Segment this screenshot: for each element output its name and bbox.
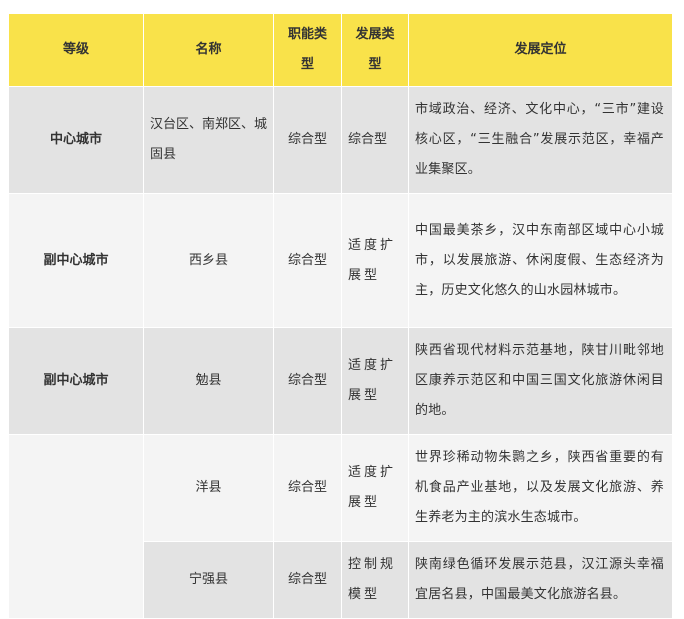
- cell-function-type: 综合型: [273, 86, 342, 194]
- cell-positioning: 市域政治、经济、文化中心，“三市”建设核心区，“三生融合”发展示范区，幸福产业集…: [408, 86, 673, 194]
- cell-grade: 副中心城市: [8, 193, 144, 328]
- table-row: 副中心城市 西乡县 综合型 适度扩展型 中国最美茶乡，汉中东南部区域中心小城市，…: [8, 193, 673, 328]
- table-row: 中心城市 汉台区、南郑区、城固县 综合型 综合型 市域政治、经济、文化中心，“三…: [8, 86, 673, 194]
- header-dev-type: 发展类型: [341, 13, 409, 87]
- table-header-row: 等级 名称 职能类型 发展类型 发展定位: [8, 13, 673, 87]
- cell-name: 宁强县: [143, 541, 274, 619]
- cell-function-type: 综合型: [273, 327, 342, 435]
- cell-positioning: 中国最美茶乡，汉中东南部区域中心小城市，以发展旅游、休闲度假、生态经济为主，历史…: [408, 193, 673, 328]
- header-function-type: 职能类型: [273, 13, 342, 87]
- cell-name: 西乡县: [143, 193, 274, 328]
- header-grade: 等级: [8, 13, 144, 87]
- cell-positioning: 陕西省现代材料示范基地，陕甘川毗邻地区康养示范区和中国三国文化旅游休闲目的地。: [408, 327, 673, 435]
- cell-grade: [8, 434, 144, 619]
- table-row: 洋县 综合型 适度扩展型 世界珍稀动物朱鹮之乡，陕西省重要的有机食品产业基地，以…: [8, 434, 673, 619]
- table-container: 等级 名称 职能类型 发展类型 发展定位 中心城市 汉台区、南郑区、城固县 综合…: [8, 13, 673, 619]
- cell-function-type: 综合型: [273, 541, 342, 619]
- header-name: 名称: [143, 13, 274, 87]
- table-row: 副中心城市 勉县 综合型 适度扩展型 陕西省现代材料示范基地，陕甘川毗邻地区康养…: [8, 327, 673, 435]
- cell-dev-type: 适度扩展型: [341, 434, 409, 542]
- cell-dev-type: 控制规模型: [341, 541, 409, 619]
- cell-function-type: 综合型: [273, 193, 342, 328]
- cell-dev-type: 综合型: [341, 86, 409, 194]
- cell-name: 汉台区、南郑区、城固县: [143, 86, 274, 194]
- cell-function-type: 综合型: [273, 434, 342, 542]
- cell-grade: 副中心城市: [8, 327, 144, 435]
- header-positioning: 发展定位: [408, 13, 673, 87]
- cell-dev-type: 适度扩展型: [341, 327, 409, 435]
- cell-name: 勉县: [143, 327, 274, 435]
- cell-name: 洋县: [143, 434, 274, 542]
- cell-dev-type: 适度扩展型: [341, 193, 409, 328]
- cell-grade: 中心城市: [8, 86, 144, 194]
- cell-positioning: 陕南绿色循环发展示范县，汉江源头幸福宜居名县，中国最美文化旅游名县。: [408, 541, 673, 619]
- cell-positioning: 世界珍稀动物朱鹮之乡，陕西省重要的有机食品产业基地，以及发展文化旅游、养生养老为…: [408, 434, 673, 542]
- city-development-table: 等级 名称 职能类型 发展类型 发展定位 中心城市 汉台区、南郑区、城固县 综合…: [8, 13, 673, 619]
